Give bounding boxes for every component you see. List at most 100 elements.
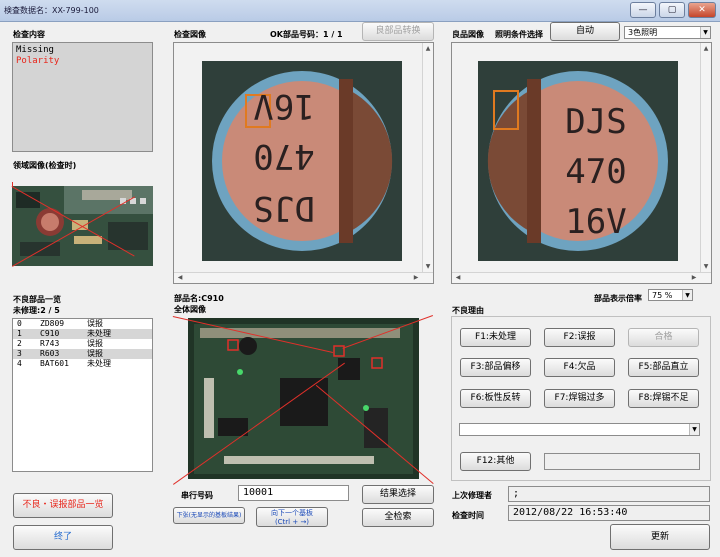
inspection-item-missing: Missing — [16, 45, 54, 55]
whole-image-label: 全体図像 — [174, 305, 206, 314]
inspection-content-list[interactable]: Missing Polarity — [12, 42, 153, 152]
result-select-button[interactable]: 结果选择 — [362, 485, 434, 504]
finish-button[interactable]: 终了 — [13, 525, 113, 550]
defect-row-part: ZD809 — [40, 319, 65, 328]
pass-button[interactable]: 合格 — [628, 328, 699, 347]
display-rate-value: 75 % — [652, 291, 673, 300]
scroll-left-icon[interactable]: ◀ — [453, 273, 463, 282]
window-title: 検査数据名：XX-799-100 — [4, 6, 99, 15]
scroll-up-icon[interactable]: ▲ — [701, 44, 711, 53]
good-image-chip: DJS 470 16V — [478, 61, 678, 261]
maximize-button[interactable]: ▢ — [659, 2, 685, 18]
whole-board-pcb — [188, 318, 419, 479]
good-image-viewport[interactable]: DJS 470 16V ▲ ▼ ◀ ▶ — [451, 42, 712, 284]
f6-polarity-button[interactable]: F6:板性反转 — [460, 389, 531, 408]
close-icon: ✕ — [698, 5, 706, 15]
defect-row[interactable]: 4 BAT601 未处理 — [13, 359, 152, 369]
defect-row-status: 未处理 — [87, 359, 111, 368]
minimize-button[interactable]: — — [630, 2, 656, 18]
defect-row[interactable]: 3 R603 误报 — [13, 349, 152, 359]
check-image-label: 检查図像 — [174, 30, 206, 39]
lighting-select-value: 3色照明 — [628, 28, 658, 37]
lighting-select[interactable]: 3色照明 ▼ — [624, 26, 711, 39]
next-board-label: 向下一个基板 — [271, 509, 313, 517]
defect-list[interactable]: 0 ZD809 误报 1 C910 未处理 2 R743 误报 3 R603 误报 4 BAT60… — [12, 318, 153, 472]
close-button[interactable]: ✕ — [688, 2, 716, 18]
lighting-label: 照明条件选择 — [495, 30, 543, 39]
scroll-down-icon[interactable]: ▼ — [423, 262, 433, 271]
check-chip-text: 470 — [253, 136, 314, 176]
defect-row-status: 误报 — [87, 339, 103, 348]
scroll-right-icon[interactable]: ▶ — [689, 273, 699, 282]
inspection-item-polarity: Polarity — [16, 56, 60, 66]
defect-row-status: 误报 — [87, 319, 103, 328]
defect-row-no: 2 — [17, 339, 22, 348]
good-image-vscroll[interactable]: ▲ ▼ — [700, 43, 711, 272]
defect-row-part: R743 — [40, 339, 60, 348]
area-image-label: 领域図像(检查时) — [13, 161, 77, 170]
chevron-down-icon[interactable]: ▼ — [700, 27, 710, 38]
next-board-shortcut: (Ctrl + →) — [274, 518, 310, 526]
defect-list-button[interactable]: 不良・误报部品一览 — [13, 493, 113, 518]
display-rate-select[interactable]: 75 % ▼ — [648, 289, 693, 301]
check-image: 16V 470 DJS — [202, 61, 402, 261]
serial-label: 串行号码 — [181, 491, 213, 500]
chevron-down-icon[interactable]: ▼ — [689, 424, 699, 435]
f1-unprocessed-button[interactable]: F1:未处理 — [460, 328, 531, 347]
next-no-result-button[interactable]: 下张(无显示的基板结果) — [173, 507, 245, 524]
f12-other-button[interactable]: F12:其他 — [460, 452, 531, 471]
f4-missing-button[interactable]: F4:欠品 — [544, 358, 615, 377]
check-chip-text: 16V — [253, 86, 314, 126]
whole-image — [188, 318, 419, 479]
defect-row[interactable]: 2 R743 误报 — [13, 339, 152, 349]
auto-button[interactable]: 自动 — [550, 22, 620, 41]
next-board-button[interactable]: 向下一个基板 (Ctrl + →) — [256, 507, 328, 527]
f5-tombstone-button[interactable]: F5:部品直立 — [628, 358, 699, 377]
check-image-vscroll[interactable]: ▲ ▼ — [422, 43, 433, 272]
title-bar: 検査数据名：XX-799-100 — ▢ ✕ — [0, 0, 720, 22]
defect-row-no: 4 — [17, 359, 22, 368]
check-time-label: 检查时间 — [452, 511, 484, 520]
f8-insufficient-solder-button[interactable]: F8:焊锡不足 — [628, 389, 699, 408]
defect-list-label: 不良部品一览 — [13, 295, 61, 304]
last-repairer-label: 上次修理者 — [452, 491, 492, 500]
scroll-up-icon[interactable]: ▲ — [423, 44, 433, 53]
defect-reason-select[interactable]: ▼ — [459, 423, 700, 436]
unprocessed-count: 未修理:2 / 5 — [13, 306, 60, 315]
all-search-button[interactable]: 全检索 — [362, 508, 434, 527]
good-image-hscroll[interactable]: ◀ ▶ — [452, 272, 711, 283]
ok-part-number: OK部品号码：1 / 1 — [270, 30, 343, 39]
good-image-label: 良品図像 — [452, 30, 484, 39]
minimize-icon: — — [638, 5, 648, 15]
area-guide-line — [12, 182, 13, 187]
display-rate-label: 部品表示倍率 — [594, 294, 642, 303]
chevron-down-icon[interactable]: ▼ — [682, 290, 692, 300]
defect-row-status: 误报 — [87, 349, 103, 358]
part-convert-button[interactable]: 良部品转换 — [362, 22, 434, 41]
defect-row-part: BAT601 — [40, 359, 69, 368]
defect-row-no: 0 — [17, 319, 22, 328]
check-image-viewport[interactable]: 16V 470 DJS ▲ ▼ ◀ ▶ — [173, 42, 434, 284]
defect-row[interactable]: 1 C910 未处理 — [13, 329, 152, 339]
inspection-content-label: 检查内容 — [13, 30, 45, 39]
update-button[interactable]: 更新 — [610, 524, 710, 550]
check-image-hscroll[interactable]: ◀ ▶ — [174, 272, 433, 283]
defect-row-no: 1 — [17, 329, 22, 338]
f2-false-call-button[interactable]: F2:误报 — [544, 328, 615, 347]
f3-offset-button[interactable]: F3:部品偏移 — [460, 358, 531, 377]
f7-excess-solder-button[interactable]: F7:焊锡过多 — [544, 389, 615, 408]
scroll-left-icon[interactable]: ◀ — [175, 273, 185, 282]
defect-row-part: R603 — [40, 349, 60, 358]
part-name: 部品名:C910 — [174, 294, 224, 303]
good-chip-text: 470 — [565, 152, 626, 192]
scroll-down-icon[interactable]: ▼ — [701, 262, 711, 271]
defect-row[interactable]: 0 ZD809 误报 — [13, 319, 152, 329]
defect-row-part: C910 — [40, 329, 60, 338]
serial-number-field[interactable]: 10001 — [238, 485, 349, 501]
good-chip-text: 16V — [565, 202, 626, 242]
scroll-right-icon[interactable]: ▶ — [411, 273, 421, 282]
check-image-chip: 16V 470 DJS — [202, 61, 402, 261]
maximize-icon: ▢ — [667, 5, 677, 15]
good-image: DJS 470 16V — [478, 61, 678, 261]
other-reason-field[interactable] — [544, 453, 700, 470]
